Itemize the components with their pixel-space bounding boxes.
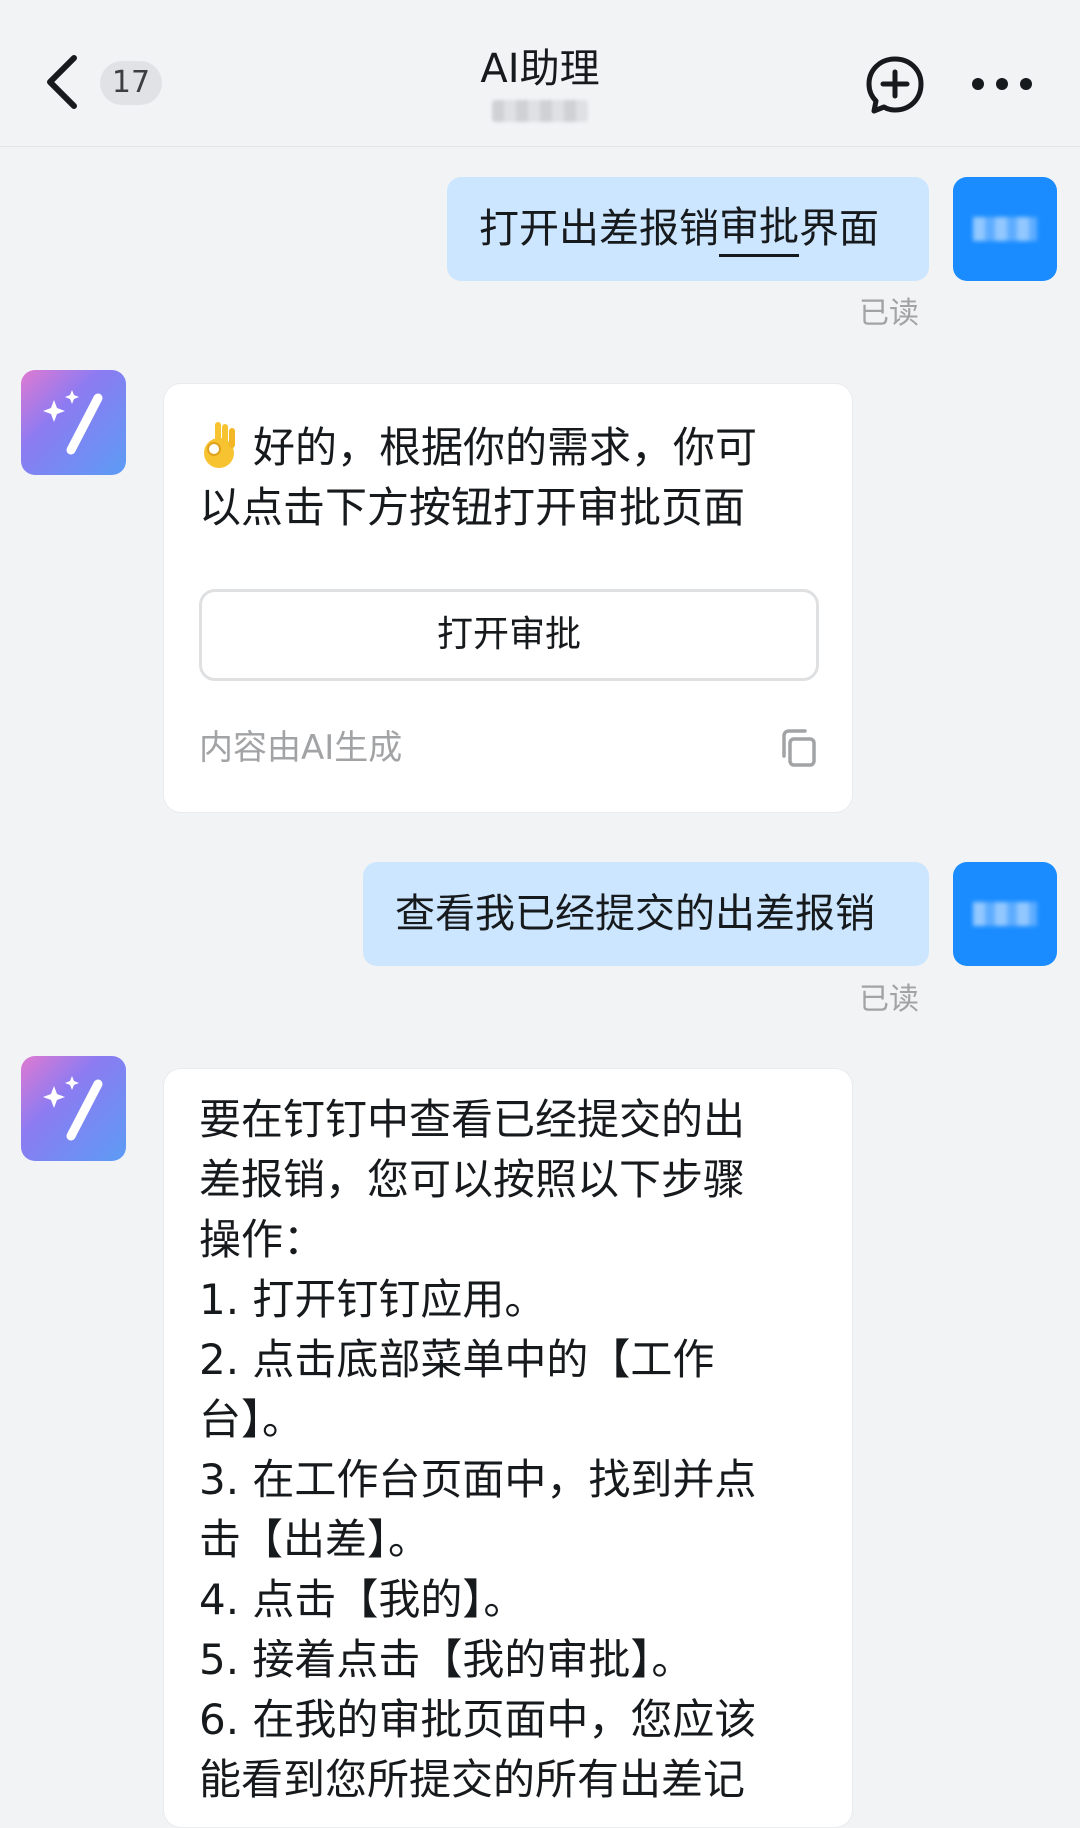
chat-title: AI助理	[480, 46, 600, 92]
read-status: 已读	[859, 296, 919, 331]
ellipsis-icon[interactable]	[970, 66, 1034, 102]
chat-subtitle-blurred	[492, 100, 588, 122]
ai-message-intro: 要在钉钉中查看已经提交的出 差报销，您可以按照以下步骤 操作：	[199, 1095, 746, 1264]
ai-response-card: 好的，根据你的需求，你可 以点击下方按钮打开审批页面 打开审批 内容由AI生成	[163, 383, 853, 813]
ai-avatar[interactable]	[21, 1056, 126, 1161]
user-avatar[interactable]	[953, 177, 1057, 281]
step-item: 4. 点击【我的】。	[199, 1575, 526, 1624]
step-item: 5. 接着点击【我的审批】。	[199, 1635, 694, 1684]
ai-message-body: 好的，根据你的需求，你可 以点击下方按钮打开审批页面	[199, 423, 758, 532]
message-text: 查看我已经提交的出差报销	[395, 891, 875, 937]
step-item: 6. 在我的审批页面中，您应该 能看到您所提交的所有出差记	[199, 1695, 757, 1804]
user-avatar[interactable]	[953, 862, 1057, 966]
unread-count-badge[interactable]: 17	[100, 61, 162, 105]
step-item: 3. 在工作台页面中，找到并点 击【出差】。	[199, 1455, 757, 1564]
plus-circle-icon[interactable]	[864, 54, 926, 116]
step-item: 1. 打开钉钉应用。	[199, 1275, 547, 1324]
magic-wand-icon	[43, 390, 103, 455]
ai-response-card: 要在钉钉中查看已经提交的出 差报销，您可以按照以下步骤 操作： 1. 打开钉钉应…	[163, 1068, 853, 1828]
ai-message-text: 好的，根据你的需求，你可 以点击下方按钮打开审批页面	[199, 418, 817, 538]
chat-header: 17 AI助理	[0, 0, 1080, 147]
ai-message-text: 要在钉钉中查看已经提交的出 差报销，您可以按照以下步骤 操作： 1. 打开钉钉应…	[199, 1090, 817, 1810]
magic-wand-icon	[43, 1076, 103, 1141]
message-text: 界面	[799, 206, 879, 252]
user-message-bubble[interactable]: 打开出差报销 审批 界面	[447, 177, 929, 281]
copy-icon[interactable]	[779, 728, 819, 768]
ai-generated-note: 内容由AI生成	[199, 728, 403, 768]
message-text: 打开出差报销	[479, 206, 719, 252]
ai-avatar[interactable]	[21, 370, 126, 475]
chevron-left-icon[interactable]	[40, 52, 88, 112]
read-status: 已读	[859, 982, 919, 1017]
ok-hand-icon	[204, 422, 235, 468]
message-text-underlined: 审批	[719, 202, 799, 257]
open-approval-button[interactable]: 打开审批	[199, 589, 819, 681]
step-item: 2. 点击底部菜单中的【工作 台】。	[199, 1335, 715, 1444]
user-message-bubble[interactable]: 查看我已经提交的出差报销	[363, 862, 929, 966]
